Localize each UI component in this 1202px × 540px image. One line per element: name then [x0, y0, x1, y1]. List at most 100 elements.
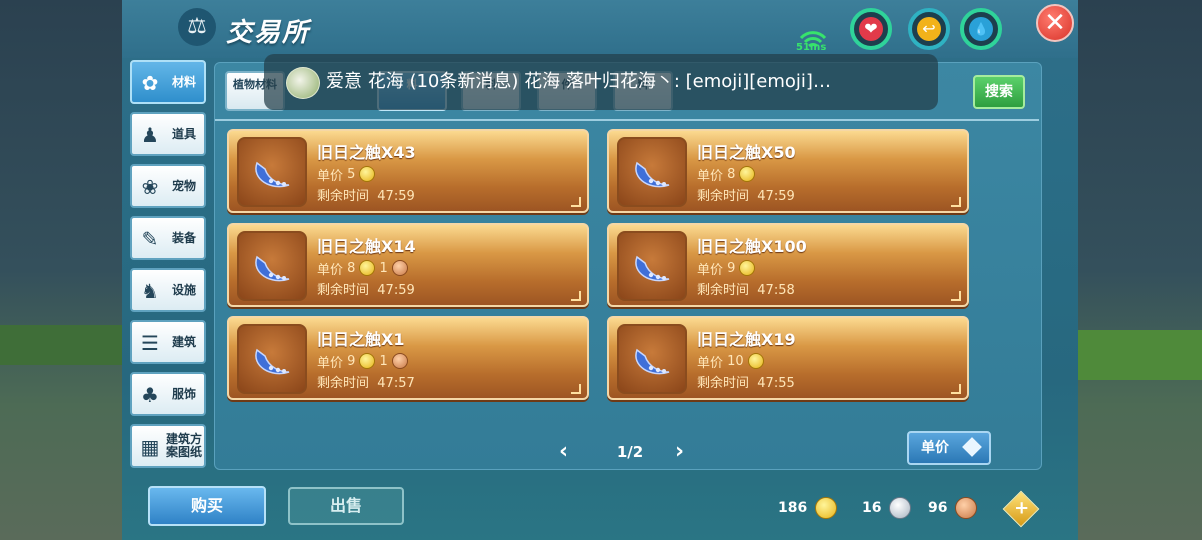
listing-card[interactable]: 旧日之触X50 单价 8 剩余时间 47:59	[607, 129, 969, 213]
silver-amount: 16	[862, 500, 882, 516]
listing-card[interactable]: 旧日之触X43 单价 5 剩余时间 47:59	[227, 129, 589, 213]
tentacle-icon	[255, 348, 290, 375]
sidebar-item-pets[interactable]: ❀ 宠物	[130, 164, 206, 208]
buy-button[interactable]: 购买	[148, 486, 266, 526]
listing-area: 植物材料 料 料 件 料 搜索 旧日之触X43 单价 5 剩余时间 47:59	[214, 62, 1042, 470]
page-indicator: 1/2	[616, 443, 644, 461]
price-row: 单价 9	[697, 259, 759, 278]
chat-message: 爱意 花海 (10条新消息) 花海 落叶归花海丶: [emoji][emoji]…	[326, 71, 831, 92]
sidebar-item-materials[interactable]: ✿ 材料	[130, 60, 206, 104]
gold-coin-icon	[739, 166, 756, 182]
price-row: 单价 10	[697, 352, 768, 371]
tentacle-icon	[255, 161, 290, 188]
item-name: 旧日之触X14	[317, 237, 416, 256]
sidebar-item-equipment[interactable]: ✎ 装备	[130, 216, 206, 260]
gold-price: 8	[727, 166, 736, 182]
time-label: 剩余时间	[697, 283, 750, 298]
listing-card[interactable]: 旧日之触X19 单价 10 剩余时间 47:55	[607, 316, 969, 400]
gold-price: 8	[347, 260, 356, 276]
listing-card[interactable]: 旧日之触X1 单价 9 1 剩余时间 47:57	[227, 316, 589, 400]
gold-balance: 186	[778, 497, 841, 519]
sort-label: 单价	[921, 440, 949, 456]
water-status[interactable]: 💧	[960, 8, 1002, 50]
clothing-icon: ♣	[141, 383, 159, 407]
price-row: 单价 8 1	[317, 259, 412, 278]
tab-divider	[215, 119, 1039, 121]
blueprint-icon: ▦	[140, 435, 160, 459]
corner-mark	[571, 384, 581, 394]
heart-status[interactable]: ❤	[850, 8, 892, 50]
item-thumbnail	[617, 324, 687, 394]
sidebar-item-clothing[interactable]: ♣ 服饰	[130, 372, 206, 416]
price-row: 单价 8	[697, 165, 759, 184]
copper-price: 1	[379, 260, 388, 276]
category-sidebar: ✿ 材料 ♟ 道具 ❀ 宠物 ✎ 装备 ♞ 设施 ☰ 建筑 ♣ 服饰 ▦ 建筑方	[130, 60, 208, 476]
prev-page-button[interactable]: ‹	[559, 439, 568, 464]
sidebar-item-props[interactable]: ♟ 道具	[130, 112, 206, 156]
time-left: 47:59	[377, 189, 415, 204]
price-label: 单价	[317, 262, 344, 278]
time-row: 剩余时间 47:59	[697, 185, 795, 204]
sidebar-item-facilities[interactable]: ♞ 设施	[130, 268, 206, 312]
chat-notification[interactable]: 爱意 花海 (10条新消息) 花海 落叶归花海丶: [emoji][emoji]…	[264, 54, 938, 110]
copper-amount: 96	[928, 500, 948, 516]
corner-mark	[951, 291, 961, 301]
copper-balance: 96	[928, 497, 981, 519]
price-label: 单价	[317, 355, 344, 371]
time-label: 剩余时间	[697, 189, 750, 204]
paw-icon: ❀	[141, 175, 159, 199]
time-left: 47:59	[757, 189, 795, 204]
background-right	[1078, 0, 1202, 540]
price-label: 单价	[697, 262, 724, 278]
sell-button[interactable]: 出售	[288, 487, 404, 525]
sidebar-item-buildings[interactable]: ☰ 建筑	[130, 320, 206, 364]
item-thumbnail	[237, 231, 307, 301]
item-thumbnail	[617, 137, 687, 207]
building-icon: ☰	[141, 331, 159, 355]
pagination: ‹ 1/2 ›	[545, 433, 715, 469]
materials-icon: ✿	[141, 71, 159, 95]
ping-text: 51ms	[796, 42, 827, 53]
time-label: 剩余时间	[697, 376, 750, 391]
title-bar: ⚖ 交易所 51ms ❤ ↩ 💧 ✕	[122, 0, 1078, 58]
facility-icon: ♞	[141, 279, 159, 303]
search-button[interactable]: 搜索	[973, 75, 1025, 109]
time-row: 剩余时间 47:58	[697, 279, 795, 298]
item-name: 旧日之触X19	[697, 330, 796, 349]
copper-coin-icon	[391, 353, 408, 369]
energy-status[interactable]: ↩	[908, 8, 950, 50]
page-title: 交易所	[226, 18, 311, 48]
price-row: 单价 5	[317, 165, 379, 184]
silver-coin-icon	[889, 497, 912, 519]
tentacle-icon	[635, 255, 670, 282]
sidebar-item-blueprints[interactable]: ▦ 建筑方案图纸	[130, 424, 206, 468]
corner-mark	[571, 197, 581, 207]
avatar	[286, 67, 320, 99]
water-drop-icon: 💧	[969, 17, 993, 41]
add-currency-button[interactable]: +	[1002, 490, 1040, 528]
sidebar-item-label: 材料	[171, 74, 196, 89]
sidebar-item-label: 设施	[171, 282, 196, 297]
gold-price: 9	[727, 260, 736, 276]
next-page-button[interactable]: ›	[675, 439, 684, 464]
sort-by-price-button[interactable]: 单价	[907, 431, 991, 465]
gold-coin-icon	[747, 353, 764, 369]
time-left: 47:57	[377, 376, 415, 391]
item-name: 旧日之触X1	[317, 330, 405, 349]
time-row: 剩余时间 47:59	[317, 279, 415, 298]
tentacle-icon	[255, 255, 290, 282]
sort-direction-icon	[962, 437, 982, 457]
listing-card[interactable]: 旧日之触X14 单价 8 1 剩余时间 47:59	[227, 223, 589, 307]
gold-price: 5	[347, 166, 356, 182]
listing-card[interactable]: 旧日之触X100 单价 9 剩余时间 47:58	[607, 223, 969, 307]
close-button[interactable]: ✕	[1036, 4, 1074, 42]
item-name: 旧日之触X100	[697, 237, 807, 256]
corner-mark	[951, 384, 961, 394]
plus-icon: +	[1014, 497, 1030, 519]
sidebar-item-label: 服饰	[171, 386, 196, 401]
gold-amount: 186	[778, 500, 808, 516]
copper-coin-icon	[955, 497, 978, 519]
item-thumbnail	[237, 137, 307, 207]
gold-coin-icon	[815, 497, 838, 519]
copper-price: 1	[379, 353, 388, 369]
